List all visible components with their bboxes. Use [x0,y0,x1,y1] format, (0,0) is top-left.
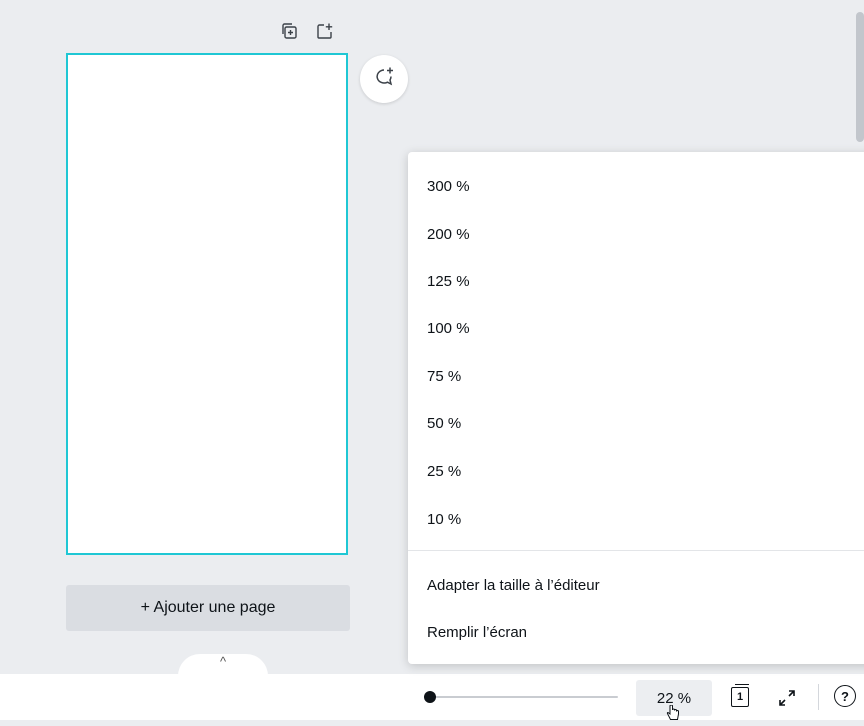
zoom-slider-thumb[interactable] [424,691,436,703]
show-pages-tab[interactable]: ^ [178,654,268,676]
help-label: ? [841,688,849,704]
zoom-slider[interactable] [424,687,620,707]
add-comment-button[interactable] [360,55,408,103]
fill-screen-option[interactable]: Remplir l’écran [408,610,864,654]
zoom-level: 22 % [656,689,692,707]
zoom-menu: 300 % 200 % 125 % 100 % 75 % 50 % 25 % 1… [408,152,864,664]
fullscreen-icon[interactable] [776,687,798,709]
page-toolbar [278,20,336,46]
add-comment-icon [372,65,396,94]
footer-divider [818,684,819,710]
zoom-option-25[interactable]: 25 % [408,449,864,493]
help-icon[interactable]: ? [834,685,856,707]
hand-pointer-icon [666,704,680,721]
chevron-up-icon: ^ [219,654,227,669]
zoom-option-50[interactable]: 50 % [408,401,864,445]
zoom-slider-track [428,696,618,698]
footer-bar: 22 % 1 ? [0,674,864,720]
page-count-button[interactable]: 1 [728,684,752,709]
zoom-option-125[interactable]: 125 % [408,259,864,303]
menu-divider [408,550,864,551]
zoom-option-300[interactable]: 300 % [408,164,864,208]
vertical-scrollbar[interactable] [856,12,864,142]
zoom-option-100[interactable]: 100 % [408,306,864,350]
zoom-option-75[interactable]: 75 % [408,354,864,398]
duplicate-page-icon[interactable] [278,20,300,42]
design-page[interactable] [66,53,348,555]
page-count: 1 [736,691,744,703]
fit-to-editor-option[interactable]: Adapter la taille à l’éditeur [408,563,864,607]
add-page-button[interactable]: + Ajouter une page [66,585,350,631]
zoom-option-10[interactable]: 10 % [408,497,864,541]
pages-icon: 1 [731,684,749,707]
zoom-option-200[interactable]: 200 % [408,212,864,256]
add-page-icon[interactable] [314,20,336,42]
